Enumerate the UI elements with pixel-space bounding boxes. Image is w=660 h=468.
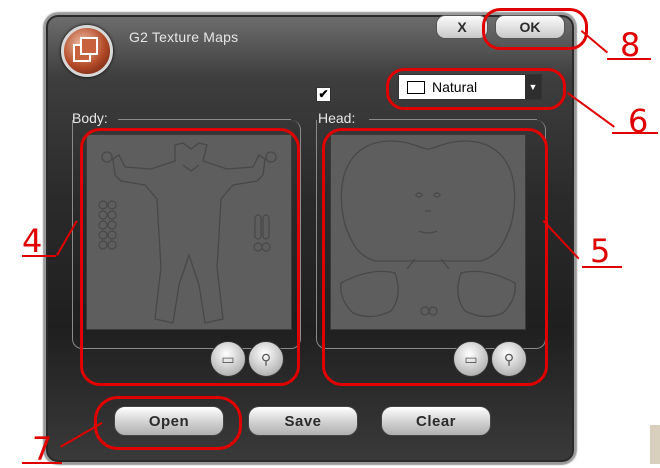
clear-button[interactable]: Clear	[381, 406, 491, 436]
annotation-label-6: 6	[628, 102, 649, 140]
annotation-label-8: 8	[620, 26, 641, 64]
logo-square-front	[80, 37, 98, 55]
annotation-label-7: 7	[32, 430, 53, 468]
background-strip	[650, 425, 660, 464]
annotation-ok-highlight	[482, 8, 588, 50]
save-button[interactable]: Save	[248, 406, 358, 436]
body-group-rule	[118, 119, 291, 120]
annotation-body-highlight	[80, 128, 300, 386]
close-button[interactable]: X	[436, 15, 488, 39]
annotation-dropdown-highlight	[386, 68, 566, 110]
annotation-label-5: 5	[590, 232, 611, 270]
body-group-label: Body:	[72, 110, 108, 126]
head-enable-checkbox[interactable]: ✔	[316, 87, 331, 102]
head-group-label: Head:	[318, 110, 356, 126]
window-title: G2 Texture Maps	[129, 29, 239, 45]
annotation-label-4: 4	[22, 222, 43, 260]
app-logo-icon	[61, 25, 113, 77]
annotation-open-highlight	[94, 396, 242, 450]
head-group-rule	[369, 119, 537, 120]
annotation-head-highlight	[322, 128, 548, 386]
